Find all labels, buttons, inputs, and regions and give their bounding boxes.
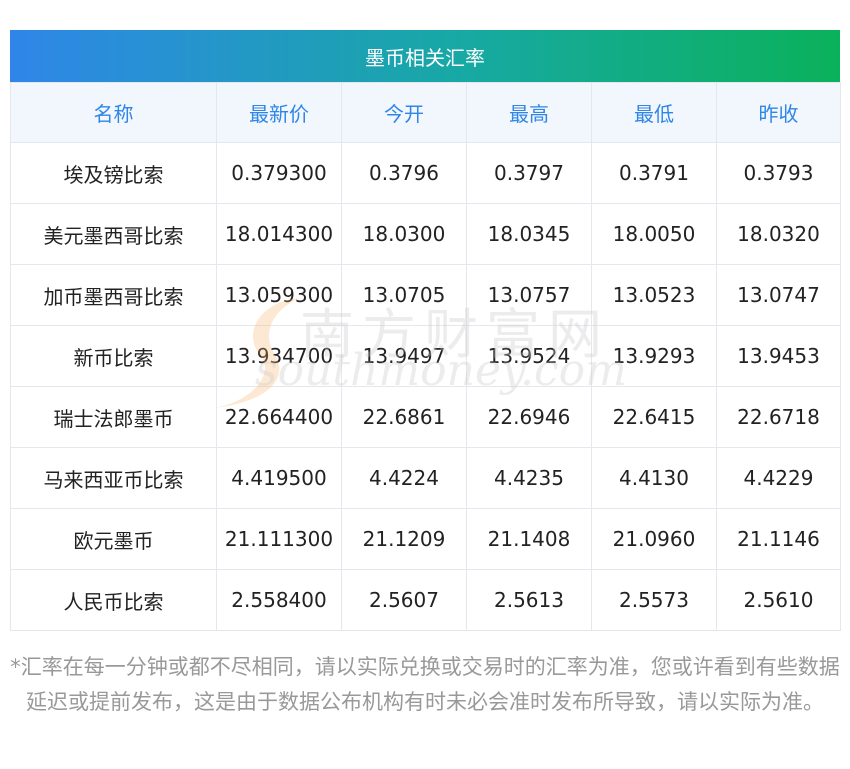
row-low: 0.3791: [591, 142, 717, 204]
row-prev-close: 4.4229: [716, 447, 841, 509]
header-name: 名称: [10, 82, 217, 143]
row-low: 4.4130: [591, 447, 717, 509]
row-low: 22.6415: [591, 386, 717, 448]
table-row[interactable]: 瑞士法郎墨币 22.664400 22.6861 22.6946 22.6415…: [10, 386, 841, 448]
row-low: 21.0960: [591, 508, 717, 570]
row-name[interactable]: 人民币比索: [10, 569, 217, 631]
table-header-row: 名称 最新价 今开 最高 最低 昨收: [10, 82, 841, 143]
row-low: 13.0523: [591, 264, 717, 326]
row-latest: 13.934700: [216, 325, 342, 387]
header-open: 今开: [341, 82, 467, 143]
table-row[interactable]: 加币墨西哥比索 13.059300 13.0705 13.0757 13.052…: [10, 264, 841, 326]
row-open: 4.4224: [341, 447, 467, 509]
row-latest: 22.664400: [216, 386, 342, 448]
row-open: 0.3796: [341, 142, 467, 204]
row-low: 2.5573: [591, 569, 717, 631]
row-prev-close: 21.1146: [716, 508, 841, 570]
row-high: 2.5613: [466, 569, 592, 631]
exchange-rate-card: 墨币相关汇率 名称 最新价 今开 最高 最低 昨收 埃及镑比索 0.379300…: [10, 30, 841, 631]
row-latest: 18.014300: [216, 203, 342, 265]
row-prev-close: 2.5610: [716, 569, 841, 631]
row-latest: 2.558400: [216, 569, 342, 631]
row-high: 4.4235: [466, 447, 592, 509]
row-open: 18.0300: [341, 203, 467, 265]
row-name[interactable]: 美元墨西哥比索: [10, 203, 217, 265]
header-latest: 最新价: [216, 82, 342, 143]
disclaimer-footnote: *汇率在每一分钟或都不尽相同，请以实际兑换或交易时的汇率为准，您或许看到有些数据…: [10, 655, 840, 714]
row-latest: 13.059300: [216, 264, 342, 326]
header-high: 最高: [466, 82, 592, 143]
row-name[interactable]: 瑞士法郎墨币: [10, 386, 217, 448]
row-prev-close: 0.3793: [716, 142, 841, 204]
row-open: 2.5607: [341, 569, 467, 631]
row-high: 0.3797: [466, 142, 592, 204]
table-row[interactable]: 美元墨西哥比索 18.014300 18.0300 18.0345 18.005…: [10, 203, 841, 265]
row-high: 13.0757: [466, 264, 592, 326]
card-title: 墨币相关汇率: [10, 30, 840, 82]
row-latest: 0.379300: [216, 142, 342, 204]
row-high: 21.1408: [466, 508, 592, 570]
row-latest: 21.111300: [216, 508, 342, 570]
row-prev-close: 13.0747: [716, 264, 841, 326]
header-prev-close: 昨收: [716, 82, 841, 143]
row-prev-close: 13.9453: [716, 325, 841, 387]
table-row[interactable]: 马来西亚币比索 4.419500 4.4224 4.4235 4.4130 4.…: [10, 447, 841, 509]
row-name[interactable]: 马来西亚币比索: [10, 447, 217, 509]
row-name[interactable]: 新币比索: [10, 325, 217, 387]
row-prev-close: 22.6718: [716, 386, 841, 448]
row-open: 13.9497: [341, 325, 467, 387]
row-open: 13.0705: [341, 264, 467, 326]
row-open: 22.6861: [341, 386, 467, 448]
row-latest: 4.419500: [216, 447, 342, 509]
row-high: 13.9524: [466, 325, 592, 387]
row-high: 18.0345: [466, 203, 592, 265]
row-name[interactable]: 欧元墨币: [10, 508, 217, 570]
row-name[interactable]: 加币墨西哥比索: [10, 264, 217, 326]
header-low: 最低: [591, 82, 717, 143]
table-row[interactable]: 埃及镑比索 0.379300 0.3796 0.3797 0.3791 0.37…: [10, 142, 841, 204]
row-name[interactable]: 埃及镑比索: [10, 142, 217, 204]
row-high: 22.6946: [466, 386, 592, 448]
table-row[interactable]: 人民币比索 2.558400 2.5607 2.5613 2.5573 2.56…: [10, 569, 841, 631]
table-row[interactable]: 新币比索 13.934700 13.9497 13.9524 13.9293 1…: [10, 325, 841, 387]
exchange-rate-table: 名称 最新价 今开 最高 最低 昨收 埃及镑比索 0.379300 0.3796…: [10, 82, 841, 631]
row-open: 21.1209: [341, 508, 467, 570]
row-low: 13.9293: [591, 325, 717, 387]
row-low: 18.0050: [591, 203, 717, 265]
table-row[interactable]: 欧元墨币 21.111300 21.1209 21.1408 21.0960 2…: [10, 508, 841, 570]
row-prev-close: 18.0320: [716, 203, 841, 265]
